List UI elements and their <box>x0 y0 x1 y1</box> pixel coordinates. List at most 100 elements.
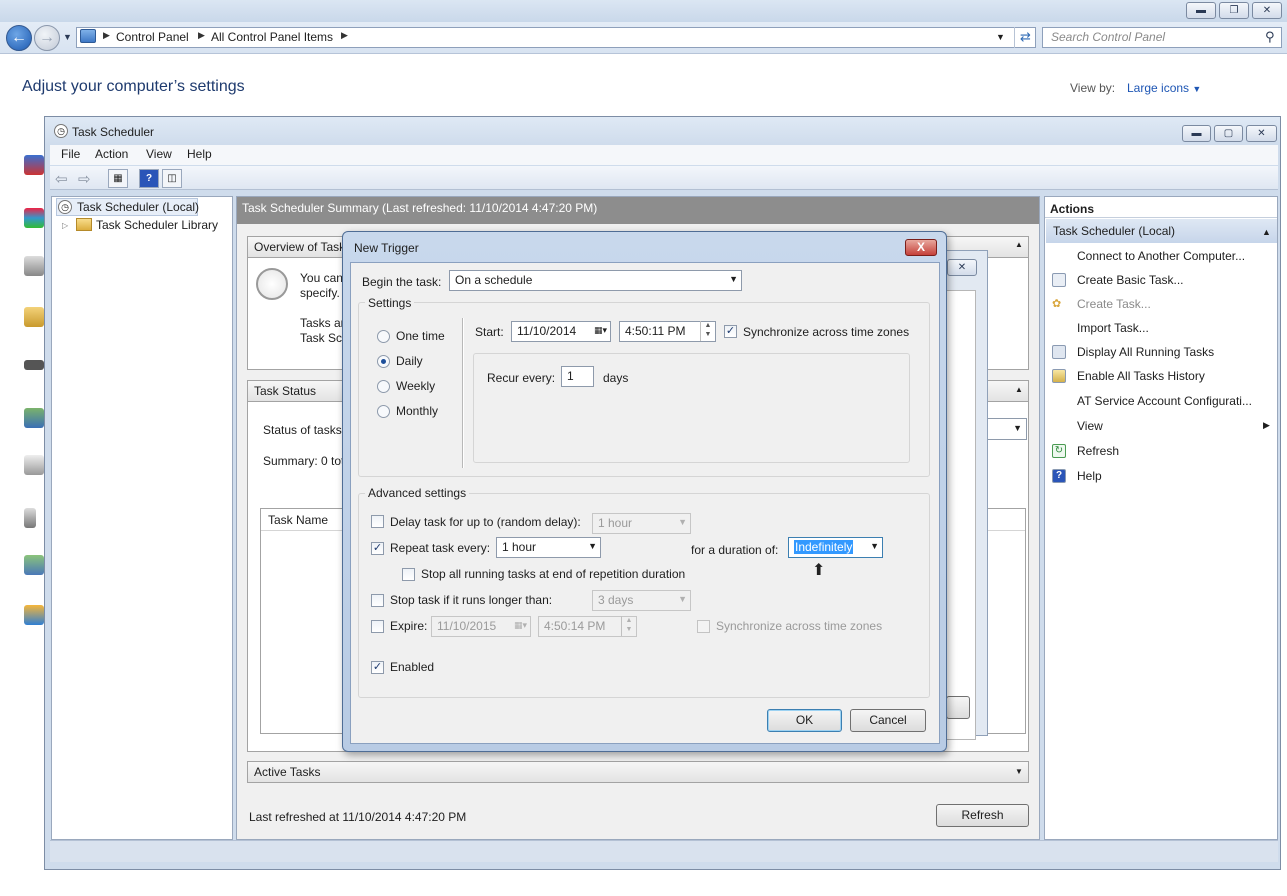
background-dialog-button[interactable] <box>946 696 970 719</box>
tree-item-task-scheduler-local[interactable]: Task Scheduler (Local) <box>77 200 199 214</box>
collapse-up-icon[interactable]: ▲ <box>1262 227 1271 237</box>
start-time-spin-arrows-icon[interactable]: ▲ ▼ <box>700 321 715 341</box>
help-icon[interactable]: ? <box>139 169 159 188</box>
expand-down-icon[interactable]: ▼ <box>1015 767 1023 776</box>
close-button[interactable]: ✕ <box>1252 2 1282 19</box>
ts-minimize-button[interactable]: ▬ <box>1182 125 1211 142</box>
action-help[interactable]: Help <box>1077 469 1102 483</box>
back-arrow-icon[interactable]: ⇦ <box>55 170 68 188</box>
forward-button[interactable]: → <box>34 25 60 51</box>
ts-maximize-button[interactable]: ▢ <box>1214 125 1243 142</box>
start-date-picker[interactable]: 11/10/2014 ▦▾ <box>511 321 611 342</box>
menu-bar <box>50 145 1278 165</box>
collapse-up-icon[interactable]: ▲ <box>1015 385 1023 394</box>
stop-all-tasks-checkbox[interactable] <box>402 568 415 581</box>
radio-daily-label[interactable]: Daily <box>396 354 423 368</box>
show-hide-console-tree-icon[interactable]: ▦ <box>108 169 128 188</box>
repeat-task-label[interactable]: Repeat task every: <box>390 541 490 555</box>
begin-task-dropdown[interactable]: On a schedule ▼ <box>449 270 742 291</box>
stop-if-longer-dropdown[interactable]: 3 days ▼ <box>592 590 691 611</box>
sync-time-zones-label[interactable]: Synchronize across time zones <box>743 325 909 339</box>
action-create-basic-task[interactable]: Create Basic Task... <box>1077 273 1184 287</box>
search-input[interactable]: Search Control Panel <box>1042 27 1282 48</box>
radio-monthly-label[interactable]: Monthly <box>396 404 438 418</box>
expand-arrow-icon[interactable]: ▷ <box>62 221 68 230</box>
stop-if-longer-label[interactable]: Stop task if it runs longer than: <box>390 593 552 607</box>
delay-task-checkbox[interactable] <box>371 515 384 528</box>
repeat-interval-dropdown[interactable]: 1 hour ▼ <box>496 537 601 558</box>
stop-all-tasks-label[interactable]: Stop all running tasks at end of repetit… <box>421 567 685 581</box>
expire-label[interactable]: Expire: <box>390 619 427 633</box>
back-button[interactable]: ← <box>6 25 32 51</box>
background-dialog-close-button[interactable]: ✕ <box>947 259 977 276</box>
action-display-running-tasks[interactable]: Display All Running Tasks <box>1077 345 1214 359</box>
action-enable-history[interactable]: Enable All Tasks History <box>1077 369 1205 383</box>
windows-update-icon[interactable] <box>24 605 44 625</box>
duration-dropdown[interactable]: Indefinitely ▼ <box>788 537 883 558</box>
view-by-dropdown[interactable]: Large icons ▼ <box>1127 81 1201 95</box>
delay-task-label[interactable]: Delay task for up to (random delay): <box>390 515 581 529</box>
breadcrumb-control-panel[interactable]: Control Panel <box>116 30 189 44</box>
folder-options-icon[interactable] <box>24 307 44 327</box>
microphone-icon[interactable] <box>24 508 36 528</box>
stop-if-longer-checkbox[interactable] <box>371 594 384 607</box>
action-refresh[interactable]: Refresh <box>1077 444 1119 458</box>
chevron-down-icon: ▼ <box>729 274 738 284</box>
expire-sync-label[interactable]: Synchronize across time zones <box>716 619 882 633</box>
minimize-button[interactable]: ▬ <box>1186 2 1216 19</box>
tree-item-task-scheduler-library[interactable]: Task Scheduler Library <box>96 218 218 232</box>
action-connect[interactable]: Connect to Another Computer... <box>1077 249 1245 263</box>
cancel-button[interactable]: Cancel <box>850 709 926 732</box>
create-basic-task-icon <box>1052 273 1066 287</box>
menu-view[interactable]: View <box>146 147 172 161</box>
devices-icon[interactable] <box>24 256 44 276</box>
active-tasks-section-header[interactable]: Active Tasks <box>247 761 1029 783</box>
breadcrumb-all-items[interactable]: All Control Panel Items <box>211 30 333 44</box>
radio-weekly-label[interactable]: Weekly <box>396 379 435 393</box>
radio-one-time-label[interactable]: One time <box>396 329 445 343</box>
menu-action[interactable]: Action <box>95 147 128 161</box>
menu-file[interactable]: File <box>61 147 80 161</box>
actions-subheader[interactable]: Task Scheduler (Local) <box>1046 219 1277 243</box>
radio-daily[interactable] <box>377 355 390 368</box>
ok-button[interactable]: OK <box>767 709 842 732</box>
expire-time-spin-arrows-icon[interactable]: ▲ ▼ <box>621 616 636 636</box>
refresh-arrows-icon[interactable]: ⇄ <box>1014 27 1036 48</box>
search-icon[interactable]: ⚲ <box>1265 29 1275 45</box>
action-at-service-account[interactable]: AT Service Account Configurati... <box>1077 394 1252 408</box>
radio-one-time[interactable] <box>377 330 390 343</box>
status-period-dropdown[interactable]: ▼ <box>985 418 1027 440</box>
expire-checkbox[interactable] <box>371 620 384 633</box>
recent-pages-dropdown[interactable]: ▼ <box>63 32 72 42</box>
expire-sync-checkbox[interactable] <box>697 620 710 633</box>
enabled-checkbox[interactable]: ✓ <box>371 661 384 674</box>
address-dropdown-icon[interactable]: ▼ <box>996 32 1005 42</box>
expire-date-picker[interactable]: 11/10/2015 ▦▾ <box>431 616 531 637</box>
show-hide-action-pane-icon[interactable]: ◫ <box>162 169 182 188</box>
windows-color-icon[interactable] <box>24 208 44 228</box>
forward-arrow-icon[interactable]: ⇨ <box>78 170 91 188</box>
action-center-icon[interactable] <box>24 155 44 175</box>
keyboard-icon[interactable] <box>24 360 44 370</box>
radio-monthly[interactable] <box>377 405 390 418</box>
action-view[interactable]: View <box>1077 419 1103 433</box>
refresh-button[interactable]: Refresh <box>936 804 1029 827</box>
delay-dropdown[interactable]: 1 hour ▼ <box>592 513 691 534</box>
collapse-up-icon[interactable]: ▲ <box>1015 240 1023 249</box>
ts-close-button[interactable]: ✕ <box>1246 125 1277 142</box>
recur-every-input[interactable]: 1 <box>561 366 594 387</box>
repeat-task-checkbox[interactable]: ✓ <box>371 542 384 555</box>
restore-button[interactable]: ❐ <box>1219 2 1249 19</box>
recur-every-value: 1 <box>567 369 574 383</box>
radio-weekly[interactable] <box>377 380 390 393</box>
menu-help[interactable]: Help <box>187 147 212 161</box>
sync-time-zones-checkbox[interactable]: ✓ <box>724 325 737 338</box>
enabled-label[interactable]: Enabled <box>390 660 434 674</box>
history-icon <box>1052 369 1066 383</box>
action-import-task[interactable]: Import Task... <box>1077 321 1149 335</box>
dialog-close-button[interactable]: X <box>905 239 937 256</box>
user-accounts-icon[interactable] <box>24 555 44 575</box>
action-create-task[interactable]: Create Task... <box>1077 297 1151 311</box>
programs-icon[interactable] <box>24 455 44 475</box>
users-icon[interactable] <box>24 408 44 428</box>
